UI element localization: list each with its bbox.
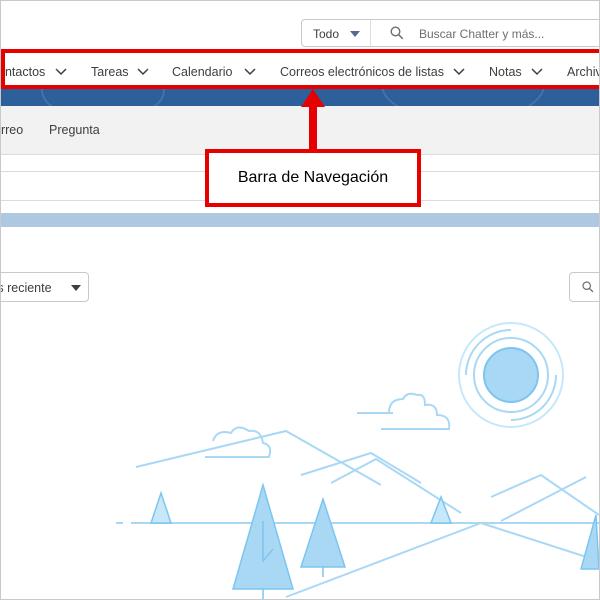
annotation-callout: Barra de Navegación: [205, 149, 421, 207]
annotation-highlight-box: [1, 49, 599, 89]
caret-down-icon: [350, 31, 360, 37]
app-window: Todo Buscar Chatter y más... Contactos T…: [0, 0, 600, 600]
feed-sort-dropdown[interactable]: Más reciente: [1, 272, 89, 302]
annotation-callout-text: Barra de Navegación: [237, 169, 389, 186]
global-header: Todo Buscar Chatter y más...: [1, 1, 599, 47]
search-scope-dropdown[interactable]: Todo: [302, 20, 371, 46]
search-icon: [390, 26, 404, 40]
global-search: Todo Buscar Chatter y más...: [301, 19, 599, 47]
feed-search-button[interactable]: [569, 272, 599, 302]
empty-feed-illustration: [116, 322, 599, 599]
search-scope-label: Todo: [313, 27, 340, 41]
tab-correo[interactable]: Correo: [1, 123, 23, 137]
search-input[interactable]: Buscar Chatter y más...: [419, 27, 544, 41]
tab-pregunta[interactable]: Pregunta: [49, 123, 100, 137]
search-icon: [582, 281, 594, 293]
feed-sort-label: Más reciente: [1, 281, 52, 295]
feed-banner: [1, 213, 599, 227]
caret-down-icon: [71, 285, 81, 291]
annotation-arrow: [301, 89, 325, 151]
